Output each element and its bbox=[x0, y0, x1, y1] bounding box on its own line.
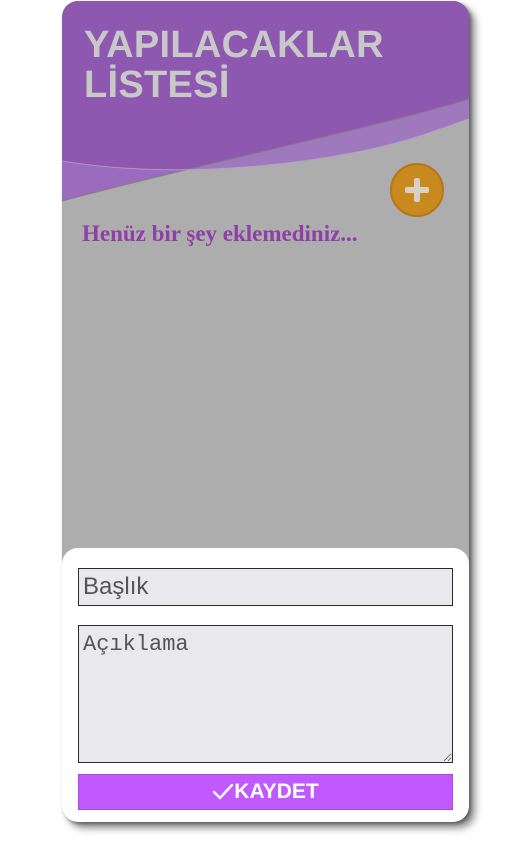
save-button[interactable]: KAYDET bbox=[78, 774, 453, 810]
app-container: YAPILACAKLAR LİSTESİ Henüz bir şey eklem… bbox=[62, 1, 469, 822]
save-button-label: KAYDET bbox=[234, 780, 319, 803]
add-item-form: KAYDET bbox=[62, 548, 469, 822]
description-textarea[interactable] bbox=[78, 625, 453, 763]
check-icon bbox=[213, 783, 234, 800]
page-title: YAPILACAKLAR LİSTESİ bbox=[84, 24, 384, 106]
empty-list-message: Henüz bir şey eklemediniz... bbox=[82, 221, 358, 246]
plus-icon bbox=[405, 178, 429, 202]
title-input[interactable] bbox=[78, 568, 453, 606]
add-item-button[interactable] bbox=[390, 163, 444, 217]
